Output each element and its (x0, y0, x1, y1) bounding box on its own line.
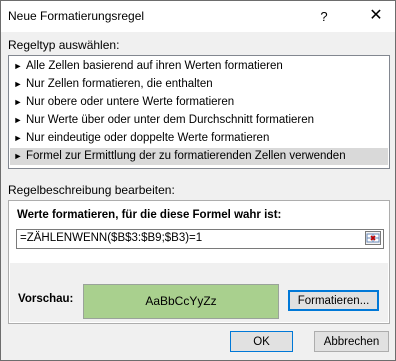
rule-type-item[interactable]: ► Alle Zellen basierend auf ihren Werten … (10, 58, 388, 75)
rule-type-item[interactable]: ► Nur Zellen formatieren, die enthalten (10, 76, 388, 93)
close-button[interactable]: ✕ (363, 4, 389, 28)
help-button[interactable]: ? (313, 7, 335, 27)
rule-type-list[interactable]: ► Alle Zellen basierend auf ihren Werten … (8, 55, 390, 169)
rule-type-item-label: Nur Zellen formatieren, die enthalten (26, 78, 213, 90)
preview-label: Vorschau: (18, 293, 74, 305)
formula-input[interactable]: =ZÄHLENWENN($B$3:$B9;$B3)=1 (16, 229, 384, 249)
rule-type-item-label: Alle Zellen basierend auf ihren Werten f… (26, 60, 283, 72)
rule-type-item-selected[interactable]: ► Formel zur Ermittlung der zu formatiere… (10, 148, 388, 165)
formula-label: Werte formatieren, für die diese Formel … (17, 209, 282, 221)
format-button[interactable]: Formatieren... (288, 290, 379, 311)
rule-type-item[interactable]: ► Nur eindeutige oder doppelte Werte form… (10, 130, 388, 147)
new-formatting-rule-dialog: Neue Formatierungsregel ? ✕ Regeltyp aus… (0, 0, 396, 361)
dialog-title: Neue Formatierungsregel (8, 9, 145, 23)
rule-description-panel: Werte formatieren, für die diese Formel … (8, 200, 390, 324)
preview-sample-text: AaBbCcYyZz (145, 294, 217, 308)
rule-type-item-label: Nur Werte über oder unter dem Durchschni… (26, 114, 315, 126)
triangle-right-icon: ► (13, 133, 23, 143)
triangle-right-icon: ► (13, 79, 23, 89)
title-bar: Neue Formatierungsregel ? ✕ (1, 1, 395, 32)
rule-type-label: Regeltyp auswählen: (8, 38, 120, 52)
ok-button[interactable]: OK (230, 331, 293, 352)
rule-type-item[interactable]: ► Nur obere oder untere Werte formatieren (10, 94, 388, 111)
range-select-icon[interactable] (365, 231, 381, 245)
rule-type-item-label: Nur obere oder untere Werte formatieren (26, 96, 235, 108)
cancel-button[interactable]: Abbrechen (314, 331, 389, 352)
rule-type-item-label: Nur eindeutige oder doppelte Werte forma… (26, 132, 270, 144)
triangle-right-icon: ► (13, 61, 23, 71)
triangle-right-icon: ► (13, 97, 23, 107)
format-preview: AaBbCcYyZz (83, 284, 279, 319)
formula-value: =ZÄHLENWENN($B$3:$B9;$B3)=1 (20, 232, 203, 244)
rule-type-item[interactable]: ► Nur Werte über oder unter dem Durchschn… (10, 112, 388, 129)
triangle-right-icon: ► (13, 151, 23, 161)
rule-description-label: Regelbeschreibung bearbeiten: (8, 183, 175, 197)
triangle-right-icon: ► (13, 115, 23, 125)
rule-type-item-label: Formel zur Ermittlung der zu formatieren… (26, 150, 346, 162)
